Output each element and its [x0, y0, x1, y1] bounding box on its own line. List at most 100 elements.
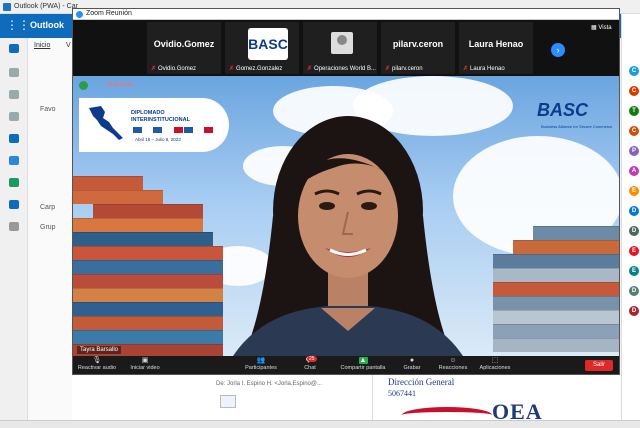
- recording-indicator-icon[interactable]: [79, 81, 88, 90]
- recording-label: Grabando...: [106, 82, 138, 88]
- participant-label: ✗ Operaciones World B...: [307, 66, 376, 72]
- unmute-button[interactable]: 🎙 Reactivar audio: [77, 357, 117, 371]
- contact-avatar[interactable]: C: [629, 126, 639, 136]
- zoom-window-title: Zoom Reunión: [86, 10, 132, 17]
- mic-muted-icon: ✗: [463, 66, 469, 72]
- participant-tile[interactable]: Laura Henao ✗ Laura Henao: [459, 22, 533, 74]
- folder-groups[interactable]: Grup: [40, 224, 56, 231]
- mic-muted-icon: 🎙: [92, 357, 102, 364]
- contact-avatar[interactable]: A: [629, 166, 639, 176]
- app-launcher-icon[interactable]: ⋮⋮: [6, 19, 30, 31]
- mic-muted-icon: ✗: [385, 66, 391, 72]
- chat-unread-badge: 25: [307, 356, 317, 362]
- zoom-logo-icon: [76, 11, 83, 18]
- next-page-arrow-icon[interactable]: ›: [551, 43, 565, 57]
- reactions-button[interactable]: ☺ Reacciones: [433, 357, 473, 371]
- participant-label: ✗ pilarv.ceron: [385, 66, 423, 72]
- flag-stripe: [183, 127, 193, 133]
- participant-tile[interactable]: pilarv.ceron ✗ pilarv.ceron: [381, 22, 455, 74]
- contact-avatar[interactable]: T: [629, 106, 639, 116]
- contact-avatar[interactable]: E: [629, 186, 639, 196]
- outlook-window-title: Outlook (PWA) - Car: [14, 3, 78, 10]
- participant-display-name: Ovidio.Gomez: [153, 39, 215, 49]
- participant-display-name: Laura Henao: [468, 39, 524, 49]
- folder-favorites[interactable]: Favo: [40, 106, 56, 113]
- excel-icon[interactable]: [9, 178, 19, 187]
- participant-label: ✗ Gomez.Gonzalez: [229, 66, 283, 72]
- calendar-icon[interactable]: [9, 68, 19, 77]
- apps-icon[interactable]: [9, 222, 19, 231]
- participant-tile[interactable]: Ovidio.Gomez ✗ Ovidio.Gomez: [147, 22, 221, 74]
- flag-stripe: [143, 127, 153, 133]
- people-icon[interactable]: [9, 90, 19, 99]
- shipping-containers-right: [493, 226, 619, 356]
- zoom-window: Zoom Reunión Ovidio.Gomez ✗ Ovidio.Gomez …: [72, 8, 620, 375]
- meeting-controls-bar: 🎙 Reactivar audio ▣ Iniciar video 👥 Part…: [73, 356, 619, 374]
- contact-avatar[interactable]: D: [629, 226, 639, 236]
- default-avatar-icon: [331, 32, 353, 54]
- share-screen-icon: ▲: [358, 357, 368, 364]
- basc-logo-thumbnail: BASC: [248, 28, 288, 60]
- contact-avatar[interactable]: C: [629, 86, 639, 96]
- contact-avatar[interactable]: P: [629, 146, 639, 156]
- todo-icon[interactable]: [9, 134, 19, 143]
- speaker-person: [233, 116, 463, 356]
- mic-muted-icon: ✗: [307, 66, 313, 72]
- basc-logo: BASC: [537, 100, 589, 120]
- outlook-app-rail: [0, 38, 28, 428]
- contact-avatar[interactable]: D: [629, 306, 639, 316]
- share-screen-button[interactable]: ▲ Compartir pantalla: [335, 357, 391, 371]
- contact-avatar[interactable]: E: [629, 266, 639, 276]
- mic-muted-icon: ✗: [229, 66, 235, 72]
- attach-icon[interactable]: [9, 112, 19, 121]
- contact-avatar[interactable]: E: [629, 246, 639, 256]
- contact-avatar[interactable]: D: [629, 206, 639, 216]
- onedrive-icon[interactable]: [9, 200, 19, 209]
- flags-row: [133, 127, 213, 133]
- reactions-icon: ☺: [449, 357, 457, 364]
- banner-date: Abril 18 – Julio 8, 2023: [135, 137, 181, 142]
- signature-number: 5067441: [388, 389, 416, 398]
- speaker-name-label: Tayra Barsallo: [77, 346, 122, 354]
- view-button[interactable]: ▦ Vista: [591, 24, 612, 31]
- participant-label: ✗ Ovidio.Gomez: [151, 66, 197, 72]
- participant-label: ✗ Laura Henao: [463, 66, 505, 72]
- banner-title: DIPLOMADO INTERINSTITUCIONAL: [131, 110, 190, 123]
- record-icon: ●: [409, 357, 415, 364]
- video-off-icon: ▣: [141, 357, 149, 364]
- zoom-title-bar: Zoom Reunión: [73, 9, 619, 20]
- central-america-map-icon: [89, 106, 123, 140]
- participants-button[interactable]: 👥 Participantes: [241, 357, 281, 371]
- outlook-app-name: Outlook: [30, 20, 64, 30]
- flag-stripe: [133, 127, 143, 133]
- windows-taskbar: [0, 420, 640, 428]
- mail-icon[interactable]: [9, 44, 19, 53]
- outlook-folder-pane: Inicio V Favo Carp Grup: [28, 38, 72, 428]
- apps-button[interactable]: ⬚ Aplicaciones: [475, 357, 515, 371]
- leave-meeting-button[interactable]: Salir: [585, 360, 613, 371]
- attachment-icon[interactable]: [220, 395, 236, 408]
- flag-stripe: [173, 127, 183, 133]
- tab-inicio[interactable]: Inicio: [34, 42, 50, 49]
- mic-muted-icon: ✗: [151, 66, 157, 72]
- start-video-button[interactable]: ▣ Iniciar video: [125, 357, 165, 371]
- tab-view[interactable]: V: [66, 42, 71, 49]
- flag-stripe: [153, 127, 163, 133]
- apps-icon: ⬚: [491, 357, 499, 364]
- participants-icon: 👥: [256, 357, 266, 364]
- record-button[interactable]: ● Grabar: [397, 357, 427, 371]
- participant-tile[interactable]: ✗ Operaciones World B...: [303, 22, 377, 74]
- signature-title: Dirección General: [388, 377, 455, 387]
- participant-tile[interactable]: BASC ✗ Gomez.Gonzalez: [225, 22, 299, 74]
- flag-stripe: [163, 127, 173, 133]
- folder-folders[interactable]: Carp: [40, 204, 55, 211]
- outlook-window-icon: [3, 3, 11, 11]
- mail-from-snippet: De: Jorla I. Espino H. <Jorla.Espino@...: [216, 381, 322, 387]
- chat-button[interactable]: 💬 25 Chat: [295, 356, 325, 371]
- contact-avatar[interactable]: C: [629, 66, 639, 76]
- participant-display-name: pilarv.ceron: [392, 39, 444, 49]
- contact-avatar[interactable]: D: [629, 286, 639, 296]
- basc-logo-subtitle: Business Alliance for Secure Commerce: [541, 124, 613, 129]
- flag-stripe: [193, 127, 203, 133]
- teams-icon[interactable]: [9, 156, 19, 165]
